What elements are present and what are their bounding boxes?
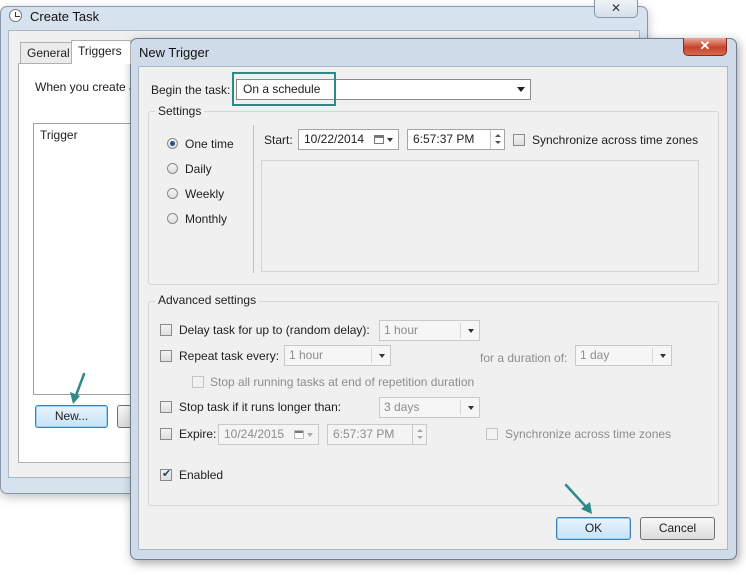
spin-down-icon bbox=[417, 436, 423, 439]
triggers-description: When you create a bbox=[35, 80, 136, 94]
new-trigger-close-button[interactable]: ✕ bbox=[683, 38, 727, 56]
stop-if-longer-label[interactable]: Stop task if it runs longer than: bbox=[179, 400, 341, 414]
duration-label: for a duration of: bbox=[480, 351, 568, 365]
sync-time-zones-label[interactable]: Synchronize across time zones bbox=[532, 133, 698, 147]
ok-button[interactable]: OK bbox=[556, 517, 631, 540]
calendar-icon bbox=[374, 135, 384, 144]
begin-task-label: Begin the task: bbox=[151, 83, 231, 97]
radio-monthly-label[interactable]: Monthly bbox=[185, 212, 227, 226]
combo-separator bbox=[371, 348, 372, 363]
trigger-column-header[interactable]: Trigger bbox=[40, 128, 78, 142]
stop-if-longer-checkbox[interactable] bbox=[160, 401, 172, 413]
enabled-label[interactable]: Enabled bbox=[179, 468, 223, 482]
create-task-close-button[interactable]: ✕ bbox=[594, 0, 638, 18]
time-spinner[interactable] bbox=[412, 425, 427, 444]
new-trigger-title: New Trigger bbox=[139, 45, 210, 60]
stop-running-tasks-checkbox[interactable] bbox=[192, 376, 204, 388]
expire-sync-checkbox[interactable] bbox=[486, 428, 498, 440]
chevron-down-icon bbox=[387, 138, 393, 142]
repeat-duration-value: 1 day bbox=[580, 348, 610, 362]
chevron-down-icon bbox=[307, 433, 313, 437]
delay-duration-select[interactable]: 1 hour bbox=[379, 320, 480, 341]
expire-label[interactable]: Expire: bbox=[179, 427, 216, 441]
repeat-interval-value: 1 hour bbox=[289, 348, 324, 362]
enabled-checkbox[interactable] bbox=[160, 467, 172, 481]
stop-duration-select[interactable]: 3 days bbox=[379, 397, 480, 418]
combo-separator bbox=[652, 348, 653, 363]
settings-divider bbox=[253, 125, 254, 273]
combo-separator bbox=[460, 323, 461, 338]
expire-date-value: 10/24/2015 bbox=[224, 427, 285, 441]
settings-legend: Settings bbox=[155, 104, 205, 118]
start-date-picker[interactable]: 10/22/2014 bbox=[298, 129, 399, 150]
sync-time-zones-checkbox[interactable] bbox=[513, 134, 525, 146]
expire-date-picker[interactable]: 10/24/2015 bbox=[218, 424, 319, 445]
repeat-task-checkbox[interactable] bbox=[160, 350, 172, 362]
expire-sync-label[interactable]: Synchronize across time zones bbox=[505, 427, 671, 441]
annotation-highlight-box bbox=[232, 72, 336, 106]
cancel-button[interactable]: Cancel bbox=[640, 517, 715, 540]
time-spinner[interactable] bbox=[490, 130, 505, 149]
new-trigger-button[interactable]: New... bbox=[35, 405, 108, 428]
radio-weekly-label[interactable]: Weekly bbox=[185, 187, 224, 201]
chevron-down-icon bbox=[468, 406, 474, 410]
calendar-icon bbox=[294, 430, 304, 439]
stop-running-tasks-label[interactable]: Stop all running tasks at end of repetit… bbox=[210, 375, 474, 389]
chevron-down-icon bbox=[660, 354, 666, 358]
radio-one-time-label[interactable]: One time bbox=[185, 137, 234, 151]
chevron-down-icon bbox=[517, 87, 525, 92]
spin-up-icon bbox=[495, 134, 501, 137]
delay-task-checkbox[interactable] bbox=[160, 324, 172, 336]
radio-daily-label[interactable]: Daily bbox=[185, 162, 212, 176]
expire-time-value: 6:57:37 PM bbox=[333, 427, 395, 441]
expire-time-field[interactable]: 6:57:37 PM bbox=[327, 424, 427, 445]
spin-up-icon bbox=[417, 429, 423, 432]
expire-checkbox[interactable] bbox=[160, 428, 172, 440]
radio-weekly[interactable] bbox=[167, 188, 178, 199]
repeat-task-label[interactable]: Repeat task every: bbox=[179, 349, 279, 363]
delay-task-label[interactable]: Delay task for up to (random delay): bbox=[179, 323, 370, 337]
start-date-value: 10/22/2014 bbox=[304, 132, 365, 146]
radio-daily[interactable] bbox=[167, 163, 178, 174]
trigger-list[interactable] bbox=[33, 123, 143, 395]
radio-one-time[interactable] bbox=[167, 138, 178, 149]
radio-monthly[interactable] bbox=[167, 213, 178, 224]
start-time-value: 6:57:37 PM bbox=[413, 132, 475, 146]
repeat-interval-select[interactable]: 1 hour bbox=[284, 345, 391, 366]
tab-general[interactable]: General bbox=[20, 42, 72, 63]
chevron-down-icon bbox=[379, 354, 385, 358]
start-label: Start: bbox=[264, 133, 293, 147]
start-time-field[interactable]: 6:57:37 PM bbox=[407, 129, 505, 150]
tab-triggers[interactable]: Triggers bbox=[71, 40, 131, 64]
advanced-settings-legend: Advanced settings bbox=[155, 293, 260, 307]
schedule-detail-panel bbox=[261, 160, 699, 272]
create-task-title: Create Task bbox=[30, 9, 100, 24]
spin-down-icon bbox=[495, 141, 501, 144]
combo-separator bbox=[460, 400, 461, 415]
repeat-duration-select[interactable]: 1 day bbox=[575, 345, 672, 366]
clock-icon bbox=[9, 9, 22, 22]
stop-duration-value: 3 days bbox=[384, 400, 420, 414]
chevron-down-icon bbox=[468, 329, 474, 333]
delay-duration-value: 1 hour bbox=[384, 323, 419, 337]
